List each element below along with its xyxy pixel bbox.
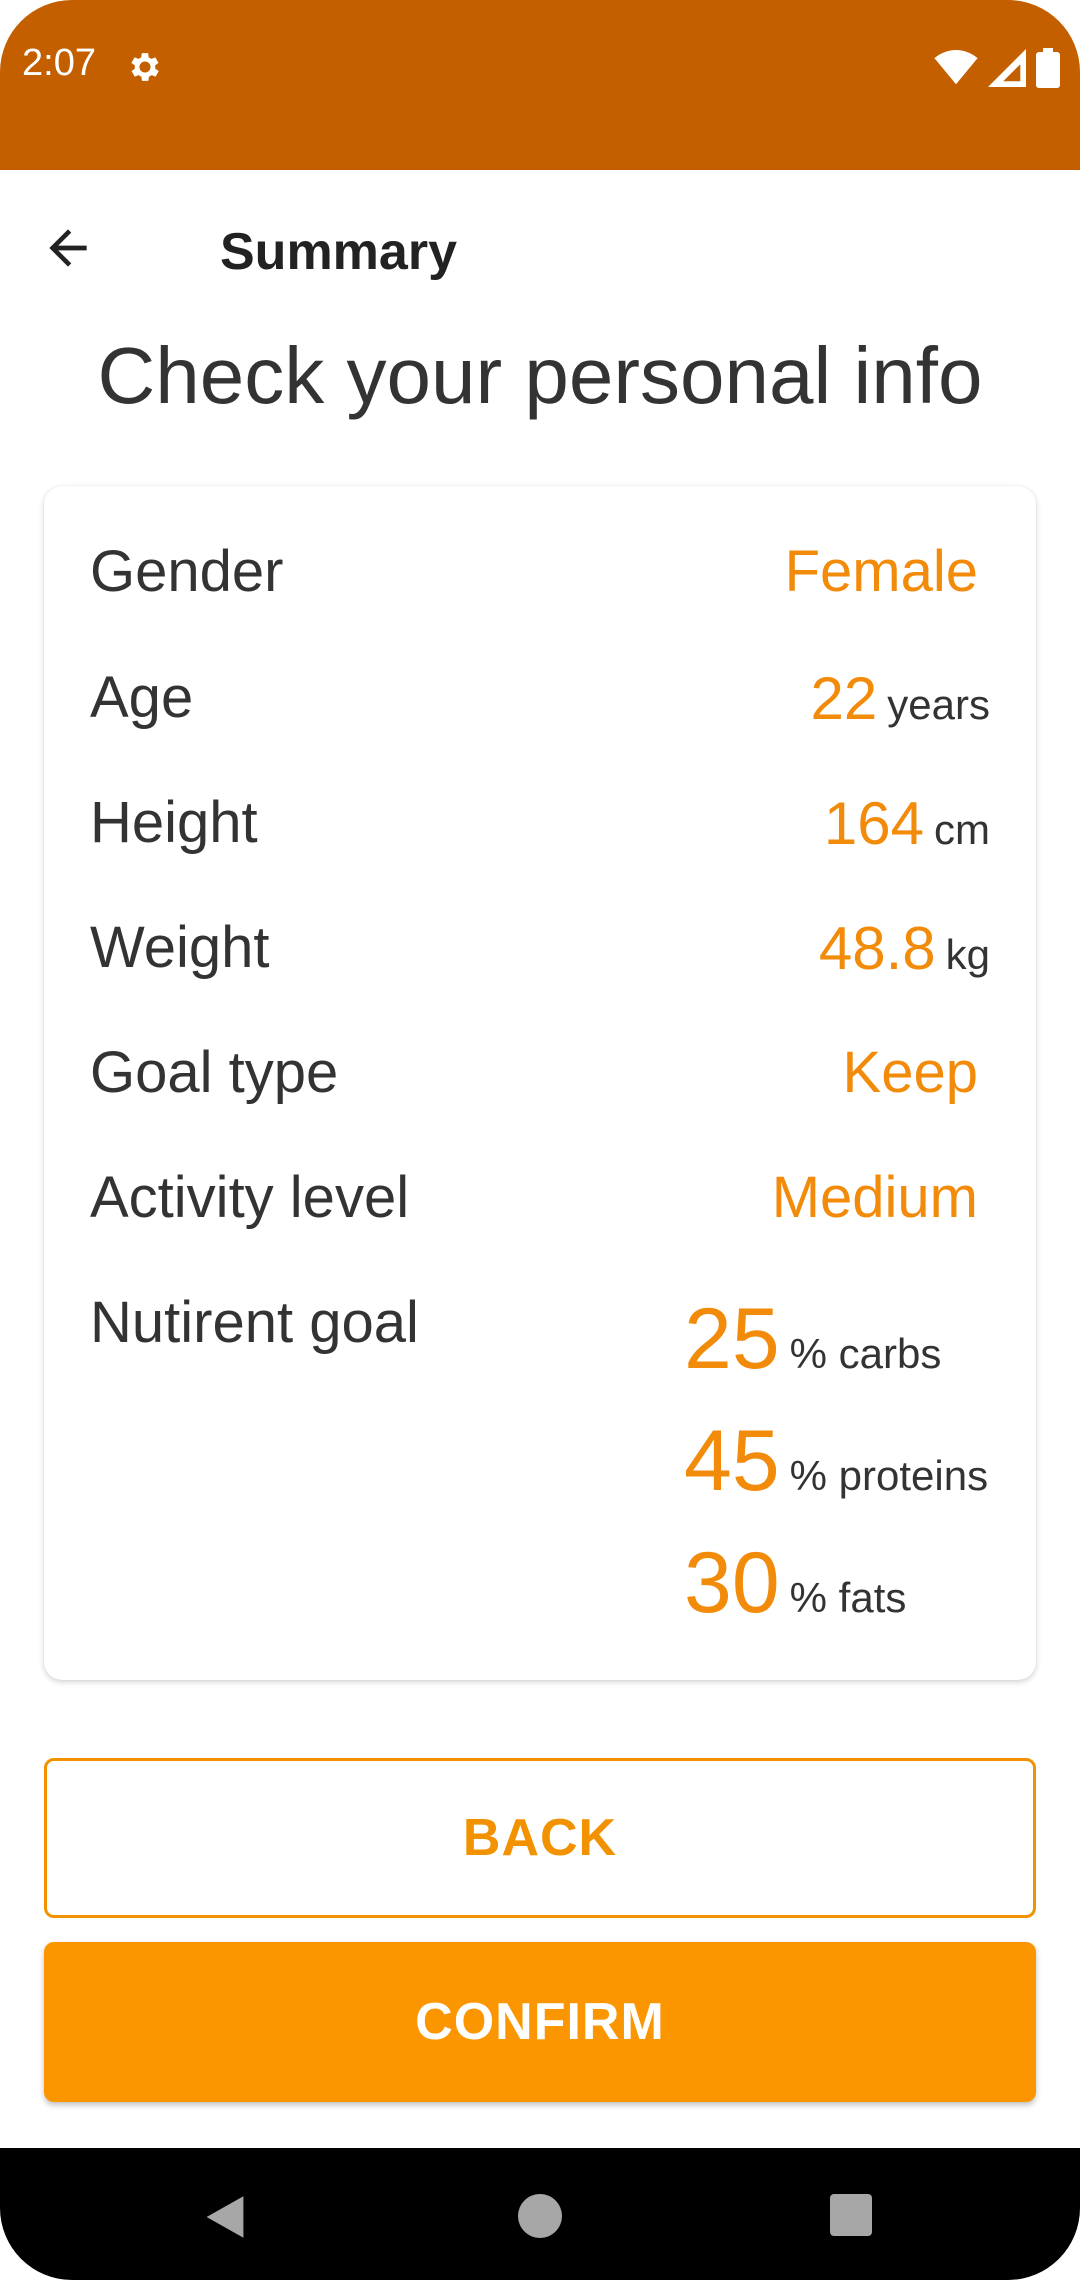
summary-card: Gender Female Age 22 years Height 164 cm W… xyxy=(44,486,1036,1680)
goal-type-row: Goal type Keep xyxy=(90,1039,990,1119)
height-value-group: 164 cm xyxy=(824,789,990,858)
age-row: Age 22 years xyxy=(90,664,990,744)
arrow-left-icon[interactable] xyxy=(40,220,96,276)
gender-value: Female xyxy=(784,539,978,604)
weight-label: Weight xyxy=(90,915,270,980)
goal-type-value: Keep xyxy=(842,1040,978,1105)
triangle-back-icon[interactable] xyxy=(202,2194,248,2240)
phone-screen: 2:07 Summary Check your personal info Ge… xyxy=(0,0,1080,2280)
age-label: Age xyxy=(90,665,194,730)
navigation-bar xyxy=(0,2148,1080,2280)
weight-value-group: 48.8 kg xyxy=(819,914,990,983)
status-icons xyxy=(934,48,1060,88)
activity-level-value: Medium xyxy=(771,1165,978,1230)
status-bar: 2:07 xyxy=(0,0,1080,170)
weight-unit: kg xyxy=(945,931,990,978)
nutrient-goal-label: Nutirent goal xyxy=(90,1290,419,1355)
activity-level-row: Activity level Medium xyxy=(90,1164,990,1244)
height-label: Height xyxy=(90,790,258,855)
weight-row: Weight 48.8 kg xyxy=(90,914,990,994)
fats-value: 30 xyxy=(684,1535,780,1631)
weight-value: 48.8 xyxy=(818,915,936,982)
carbs-value: 25 xyxy=(684,1291,780,1387)
height-value: 164 xyxy=(823,790,924,857)
activity-level-label: Activity level xyxy=(90,1165,410,1230)
square-recents-icon[interactable] xyxy=(830,2194,872,2236)
age-value: 22 xyxy=(810,665,878,732)
age-value-group: 22 years xyxy=(811,664,990,733)
list-item: 45% proteins xyxy=(684,1412,988,1534)
list-item: 25% carbs xyxy=(684,1290,988,1412)
confirm-button[interactable]: CONFIRM xyxy=(44,1942,1036,2102)
circle-home-icon[interactable] xyxy=(518,2194,562,2238)
page-title: Summary xyxy=(220,223,457,281)
nutrient-goal-list: 25% carbs 45% proteins 30% fats xyxy=(684,1290,988,1656)
goal-type-label: Goal type xyxy=(90,1040,339,1105)
battery-icon xyxy=(1036,48,1060,88)
age-unit: years xyxy=(887,681,990,728)
app-bar: Summary xyxy=(0,170,1080,330)
height-unit: cm xyxy=(934,806,990,853)
gender-label: Gender xyxy=(90,539,284,604)
back-button[interactable]: BACK xyxy=(44,1758,1036,1918)
proteins-unit: % proteins xyxy=(789,1452,989,1499)
list-item: 30% fats xyxy=(684,1534,988,1656)
gender-row: Gender Female xyxy=(90,538,990,618)
wifi-icon xyxy=(934,50,978,85)
status-time: 2:07 xyxy=(22,42,96,84)
gear-icon xyxy=(131,53,159,81)
headline: Check your personal info xyxy=(97,331,983,420)
fats-unit: % fats xyxy=(789,1574,907,1621)
carbs-unit: % carbs xyxy=(789,1330,942,1377)
height-row: Height 164 cm xyxy=(90,789,990,869)
proteins-value: 45 xyxy=(684,1413,780,1509)
signal-icon xyxy=(988,49,1026,87)
